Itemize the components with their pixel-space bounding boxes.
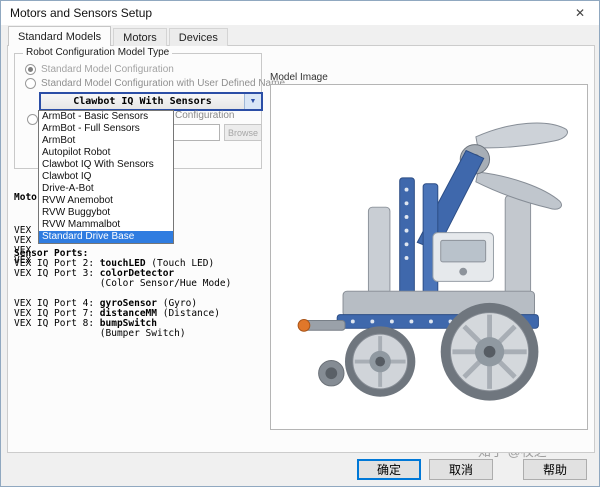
dropdown-item[interactable]: Clawbot IQ With Sensors bbox=[39, 159, 173, 171]
browse-button[interactable]: Browse bbox=[224, 124, 262, 141]
radio-label: Standard Model Configuration with User D… bbox=[41, 78, 285, 89]
sensor-port-line: (Bumper Switch) bbox=[14, 329, 231, 339]
sensor-port-line: (Color Sensor/Hue Mode) bbox=[14, 279, 231, 289]
custom-config-label-fragment: Configuration bbox=[175, 110, 234, 121]
dropdown-item[interactable]: Clawbot IQ bbox=[39, 171, 173, 183]
ok-button[interactable]: 确定 bbox=[357, 459, 421, 480]
dropdown-item[interactable]: Drive-A-Bot bbox=[39, 183, 173, 195]
radio-label: Standard Model Configuration bbox=[41, 64, 174, 75]
dropdown-item[interactable]: Autopilot Robot bbox=[39, 147, 173, 159]
sensor-ports-text: Sensor Ports:VEX IQ Port 2: touchLED (To… bbox=[14, 249, 231, 339]
tab-motors[interactable]: Motors bbox=[113, 28, 167, 46]
groupbox-title: Robot Configuration Model Type bbox=[23, 47, 172, 58]
dropdown-item[interactable]: Standard Drive Base bbox=[39, 231, 173, 243]
tab-label: Standard Models bbox=[18, 31, 101, 43]
model-combobox[interactable]: Clawbot IQ With Sensors ▼ bbox=[39, 92, 263, 111]
dropdown-item[interactable]: RVW Anemobot bbox=[39, 195, 173, 207]
tab-label: Motors bbox=[123, 32, 157, 44]
radio-custom-config[interactable] bbox=[27, 114, 38, 125]
tab-label: Devices bbox=[179, 32, 218, 44]
title-bar: Motors and Sensors Setup bbox=[1, 1, 599, 25]
robot-model-image bbox=[274, 88, 584, 426]
cancel-button-label: 取消 bbox=[449, 461, 473, 478]
combobox-value: Clawbot IQ With Sensors bbox=[41, 94, 244, 109]
dropdown-item[interactable]: RVW Mammalbot bbox=[39, 219, 173, 231]
tab-strip: Standard Models Motors Devices bbox=[8, 26, 230, 46]
dropdown-item[interactable]: ArmBot - Basic Sensors bbox=[39, 111, 173, 123]
dropdown-item[interactable]: ArmBot bbox=[39, 135, 173, 147]
model-dropdown-list[interactable]: ArmBot - Basic SensorsArmBot - Full Sens… bbox=[38, 110, 174, 244]
cancel-button[interactable]: 取消 bbox=[429, 459, 493, 480]
close-button[interactable]: ✕ bbox=[561, 1, 599, 25]
tab-page-standard-models: Robot Configuration Model Type Standard … bbox=[7, 45, 595, 453]
dropdown-item[interactable]: RVW Buggybot bbox=[39, 207, 173, 219]
chevron-down-icon: ▼ bbox=[244, 94, 261, 109]
radio-user-defined-name[interactable]: Standard Model Configuration with User D… bbox=[25, 78, 285, 89]
help-button-label: 帮助 bbox=[543, 461, 567, 478]
radio-icon bbox=[25, 78, 36, 89]
window-title: Motors and Sensors Setup bbox=[10, 6, 152, 20]
tab-standard-models[interactable]: Standard Models bbox=[8, 26, 111, 46]
dropdown-item[interactable]: ArmBot - Full Sensors bbox=[39, 123, 173, 135]
tab-devices[interactable]: Devices bbox=[169, 28, 228, 46]
ok-button-label: 确定 bbox=[377, 461, 401, 478]
model-image-box bbox=[270, 84, 588, 430]
model-image-label: Model Image bbox=[270, 72, 328, 83]
help-button[interactable]: 帮助 bbox=[523, 459, 587, 480]
browse-button-label: Browse bbox=[228, 128, 258, 138]
dialog-window: Motors and Sensors Setup ✕ Standard Mode… bbox=[0, 0, 600, 487]
radio-icon bbox=[25, 64, 36, 75]
radio-standard-model-config[interactable]: Standard Model Configuration bbox=[25, 64, 174, 75]
close-icon: ✕ bbox=[575, 6, 585, 20]
